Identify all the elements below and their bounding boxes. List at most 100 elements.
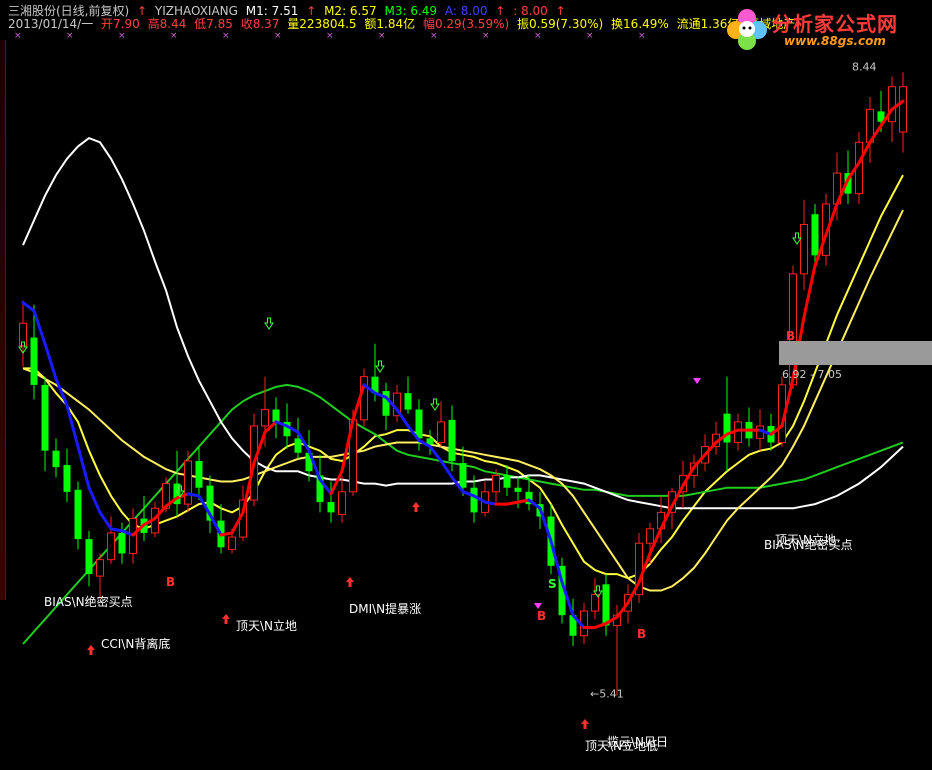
candle: [140, 495, 148, 542]
candle-body: [360, 376, 368, 421]
moving-average-lines: [22, 136, 904, 645]
header-marker: ×: [378, 31, 386, 41]
sell-arrow-icon: [375, 360, 385, 373]
price-zone-band: [779, 341, 932, 365]
signal-label: CCI\N背离底: [101, 636, 170, 651]
buy-letter: B: [786, 329, 795, 343]
candle: [404, 376, 412, 414]
candle: [41, 376, 49, 472]
header-marker: ×: [326, 31, 334, 41]
header-marker: ×: [586, 31, 594, 41]
trend-segment: [219, 531, 234, 537]
candle-body: [470, 487, 478, 513]
candle-body: [118, 532, 126, 554]
trend-segment: [186, 492, 201, 498]
header-marker: ×: [482, 31, 490, 41]
candle-body: [591, 594, 599, 612]
buy-arrow-icon: [87, 645, 95, 655]
buy-arrow-icon: [412, 502, 420, 512]
trend-segment: [329, 469, 344, 496]
candle: [899, 72, 907, 153]
trend-segment: [505, 500, 520, 506]
header-marker: ×: [638, 31, 646, 41]
price-zone-label: 6.92 - 7.05: [782, 368, 842, 381]
trend-segment: [483, 500, 498, 506]
candle-body: [272, 409, 280, 422]
trend-segment: [87, 486, 102, 514]
candle: [723, 376, 731, 472]
candle-body: [96, 559, 104, 577]
candle-body: [404, 393, 412, 410]
candle-body: [602, 584, 610, 626]
sell-arrow-icon: [792, 232, 802, 245]
trend-segment: [76, 445, 91, 490]
quote-header: 2013/01/14/一 开7.90 高8.44 低7.85 收8.37 量22…: [8, 15, 799, 32]
header-marker: ×: [430, 31, 438, 41]
header-marker: ×: [170, 31, 178, 41]
candle-body: [800, 224, 808, 275]
candle-body: [85, 539, 93, 575]
candle-body: [899, 86, 907, 133]
candle: [745, 407, 753, 447]
candle: [63, 448, 71, 503]
signal-label: DMI\N提暴涨: [349, 601, 421, 616]
candle: [338, 475, 346, 523]
left-toolbar-strip: [0, 40, 6, 600]
candle-body: [811, 214, 819, 256]
candle-body: [514, 487, 522, 492]
candle-body: [327, 502, 335, 513]
trend-segment: [593, 621, 608, 630]
trend-segment: [395, 408, 410, 428]
candle-body: [294, 438, 302, 453]
signal-label: BIAS\N绝密买点: [764, 537, 853, 552]
buy-letter: B: [166, 575, 175, 589]
buy-arrow-icon: [222, 614, 230, 624]
candle-body: [415, 409, 423, 439]
candle-body: [261, 409, 269, 427]
quote-open: 开7.90: [101, 17, 140, 31]
candle: [184, 450, 192, 513]
candle-body: [503, 475, 511, 488]
candle-body: [492, 474, 500, 493]
candle: [503, 465, 511, 496]
candle-body: [888, 86, 896, 123]
candle: [602, 574, 610, 636]
buy-letter: B: [537, 609, 546, 623]
candle: [74, 481, 82, 550]
quote-turnover: 换16.49%: [611, 17, 669, 31]
header-marker: ×: [14, 31, 22, 41]
signal-markers: × × × × × × × × × × × × × 8.44 ←5.41 6.92 - 7.05 BIAS\N绝…: [14, 31, 932, 753]
quote-change: 幅0.29(3.59%): [422, 17, 510, 31]
candle: [195, 446, 203, 501]
trend-segment: [21, 301, 36, 313]
candle: [712, 421, 720, 455]
candle: [448, 405, 456, 472]
trend-segment: [65, 403, 80, 449]
sell-letter: S: [548, 577, 557, 591]
sell-arrow-icon: [430, 398, 440, 411]
candlesticks: [19, 72, 907, 696]
quote-date: 2013/01/14/一: [8, 17, 94, 31]
watermark-title: 分析家公式网: [772, 12, 898, 36]
candle: [173, 450, 181, 517]
candle: [866, 97, 874, 163]
candle-body: [63, 465, 71, 492]
candle: [800, 199, 808, 291]
sell-arrow-icon: [264, 317, 274, 330]
quote-close: 收8.37: [240, 17, 280, 31]
header-marker: ×: [274, 31, 282, 41]
flower-logo-icon: [727, 9, 767, 50]
price-high-label: 8.44: [852, 60, 877, 73]
candle-body: [437, 421, 445, 443]
candle: [382, 382, 390, 431]
quote-amplitude: 振0.59(7.30%): [517, 17, 604, 31]
price-chart[interactable]: × × × × × × × × × × × × × 8.44 ←5.41 6.92 - 7.05 BIAS\N绝…: [0, 0, 932, 770]
trend-segment: [98, 510, 113, 531]
candle-body: [448, 419, 456, 461]
candle: [85, 530, 93, 587]
candle: [635, 532, 643, 603]
candle-body: [723, 413, 731, 443]
watermark-url: www.88gs.com: [784, 34, 886, 48]
buy-arrow-icon: [346, 577, 354, 587]
candle-body: [338, 491, 346, 515]
